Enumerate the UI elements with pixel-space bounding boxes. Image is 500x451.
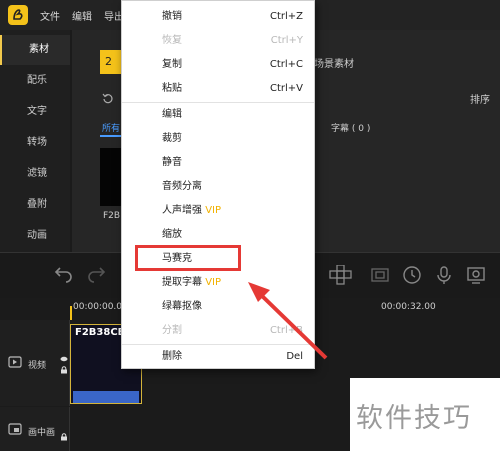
watermark-text: 软件技巧 bbox=[356, 403, 472, 434]
watermark: 软件技巧 bbox=[350, 378, 500, 451]
